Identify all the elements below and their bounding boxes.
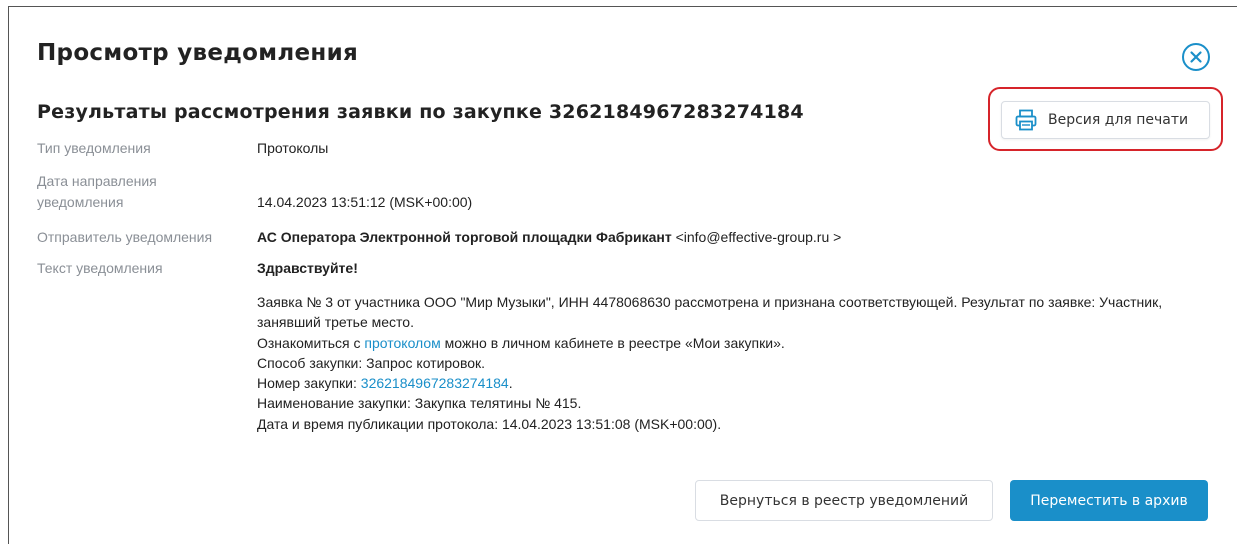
- notification-subject: Результаты рассмотрения заявки по закупк…: [37, 101, 804, 123]
- sender-label: Отправитель уведомления: [37, 229, 213, 245]
- close-icon[interactable]: [1181, 42, 1211, 72]
- greeting: Здравствуйте!: [257, 258, 358, 278]
- print-version-label: Версия для печати: [1048, 112, 1189, 128]
- body-line-number-prefix: Номер закупки:: [257, 375, 361, 392]
- purchase-number-link[interactable]: 3262184967283274184: [361, 375, 509, 391]
- body-line-name: Наименование закупки: Закупка телятины №…: [257, 395, 582, 412]
- sender-email: <info@effective-group.ru >: [671, 229, 842, 245]
- body-line-application: Заявка № 3 от участника ООО "Мир Музыки"…: [257, 294, 1163, 331]
- body-line-number: Номер закупки: 3262184967283274184.: [257, 373, 1217, 393]
- type-value: Протоколы: [257, 140, 329, 156]
- print-version-button[interactable]: Версия для печати: [1001, 101, 1210, 139]
- date-label-line1: Дата направления: [37, 173, 157, 189]
- body-line-published: Дата и время публикации протокола: 14.04…: [257, 415, 722, 432]
- date-label-line2: уведомления: [37, 194, 124, 210]
- greeting-text: Здравствуйте!: [257, 260, 358, 276]
- body-line-method: Способ закупки: Запрос котировок.: [257, 354, 486, 371]
- text-label: Текст уведомления: [37, 260, 163, 276]
- sender-value: АС Оператора Электронной торговой площад…: [257, 227, 841, 247]
- type-label: Тип уведомления: [37, 140, 151, 156]
- printer-icon: [1014, 108, 1038, 132]
- date-value: 14.04.2023 13:51:12 (MSK+00:00): [257, 194, 473, 210]
- move-to-archive-button[interactable]: Переместить в архив: [1010, 480, 1208, 521]
- back-to-registry-button[interactable]: Вернуться в реестр уведомлений: [695, 480, 993, 521]
- sender-name: АС Оператора Электронной торговой площад…: [257, 229, 672, 245]
- body-line-number-suffix: .: [508, 375, 513, 392]
- notification-body: Заявка № 3 от участника ООО "Мир Музыки"…: [257, 292, 1217, 434]
- body-line-protocol-prefix: Ознакомиться с: [257, 334, 365, 351]
- protocol-link[interactable]: протоколом: [364, 335, 440, 351]
- body-line-protocol-suffix: можно в личном кабинете в реестре «Мои з…: [440, 334, 785, 351]
- modal-title: Просмотр уведомления: [37, 40, 359, 66]
- body-line-protocol: Ознакомиться с протоколом можно в личном…: [257, 333, 1217, 353]
